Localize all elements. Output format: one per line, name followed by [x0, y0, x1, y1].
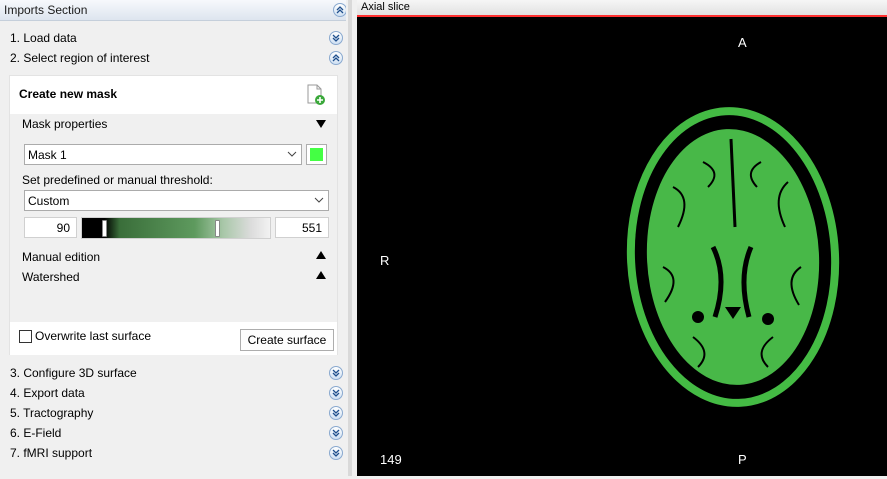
imports-panel: Imports Section 1. Load data 2. Select r…	[0, 0, 347, 476]
expand-icon[interactable]	[329, 31, 343, 45]
orientation-anterior: A	[738, 35, 747, 50]
section-tractography[interactable]: 5. Tractography	[0, 403, 346, 423]
expand-icon[interactable]	[329, 386, 343, 400]
mask-select-value: Mask 1	[28, 148, 67, 162]
section-label: 7. fMRI support	[10, 446, 93, 460]
viewer-header: Axial slice	[357, 0, 887, 17]
triangle-up-icon[interactable]	[316, 251, 326, 259]
section-label: 5. Tractography	[10, 406, 94, 420]
threshold-min-value: 90	[56, 221, 70, 235]
collapse-all-icon[interactable]	[333, 3, 347, 17]
section-label: 3. Configure 3D surface	[10, 366, 137, 380]
collapse-icon[interactable]	[329, 51, 343, 65]
mask-color-button[interactable]	[306, 144, 327, 165]
threshold-select[interactable]: Custom	[24, 190, 329, 211]
threshold-min-input[interactable]: 90	[24, 217, 77, 238]
expand-icon[interactable]	[329, 426, 343, 440]
triangle-up-icon[interactable]	[316, 271, 326, 279]
new-mask-icon[interactable]	[306, 84, 326, 106]
mask-select[interactable]: Mask 1	[24, 144, 302, 165]
brain-mask-image	[626, 107, 840, 407]
left-panel-scrollbar[interactable]	[348, 0, 352, 476]
threshold-max-input[interactable]: 551	[275, 217, 329, 238]
section-efield[interactable]: 6. E-Field	[0, 423, 346, 443]
slice-number: 149	[380, 452, 402, 467]
imports-section-header[interactable]: Imports Section	[0, 0, 347, 21]
slice-canvas[interactable]: A R P 149	[357, 17, 887, 476]
section-label: 4. Export data	[10, 386, 85, 400]
chevron-down-icon	[287, 151, 297, 157]
overwrite-surface-label: Overwrite last surface	[35, 329, 152, 343]
orientation-posterior: P	[738, 452, 747, 467]
threshold-max-value: 551	[301, 221, 322, 235]
watershed-row[interactable]: Watershed	[10, 267, 337, 287]
viewer-title: Axial slice	[361, 1, 410, 13]
threshold-max-handle[interactable]	[215, 220, 220, 237]
section-label: 2. Select region of interest	[10, 51, 150, 65]
mask-properties-row[interactable]: Mask properties	[10, 114, 337, 134]
watershed-label: Watershed	[22, 270, 80, 284]
section-export-data[interactable]: 4. Export data	[0, 383, 346, 403]
section-load-data[interactable]: 1. Load data	[0, 28, 346, 48]
mask-panel: Create new mask Mask properties Mask 1 S…	[9, 75, 338, 355]
triangle-down-icon[interactable]	[316, 120, 326, 128]
section-select-roi[interactable]: 2. Select region of interest	[0, 48, 346, 68]
axial-slice-viewer: Axial slice A R P 149	[357, 0, 887, 476]
create-surface-button[interactable]: Create surface	[240, 329, 334, 351]
manual-edition-label: Manual edition	[22, 250, 101, 264]
threshold-gradient-slider[interactable]	[81, 217, 271, 239]
overwrite-surface-checkbox[interactable]	[19, 330, 32, 343]
section-label: 1. Load data	[10, 31, 77, 45]
imports-section-title: Imports Section	[4, 3, 88, 17]
orientation-right: R	[380, 253, 390, 268]
threshold-select-value: Custom	[28, 194, 70, 208]
threshold-min-handle[interactable]	[102, 220, 107, 237]
mask-color-swatch	[310, 148, 323, 161]
mask-panel-title: Create new mask	[19, 87, 118, 101]
section-label: 6. E-Field	[10, 426, 62, 440]
manual-edition-row[interactable]: Manual edition	[10, 247, 337, 267]
expand-icon[interactable]	[329, 366, 343, 380]
section-fmri-support[interactable]: 7. fMRI support	[0, 443, 346, 463]
chevron-down-icon	[314, 197, 324, 203]
section-configure-3d[interactable]: 3. Configure 3D surface	[0, 363, 346, 383]
mask-properties-label: Mask properties	[22, 117, 108, 131]
mask-panel-header: Create new mask	[10, 76, 337, 114]
expand-icon[interactable]	[329, 446, 343, 460]
expand-icon[interactable]	[329, 406, 343, 420]
threshold-label: Set predefined or manual threshold:	[22, 173, 213, 187]
